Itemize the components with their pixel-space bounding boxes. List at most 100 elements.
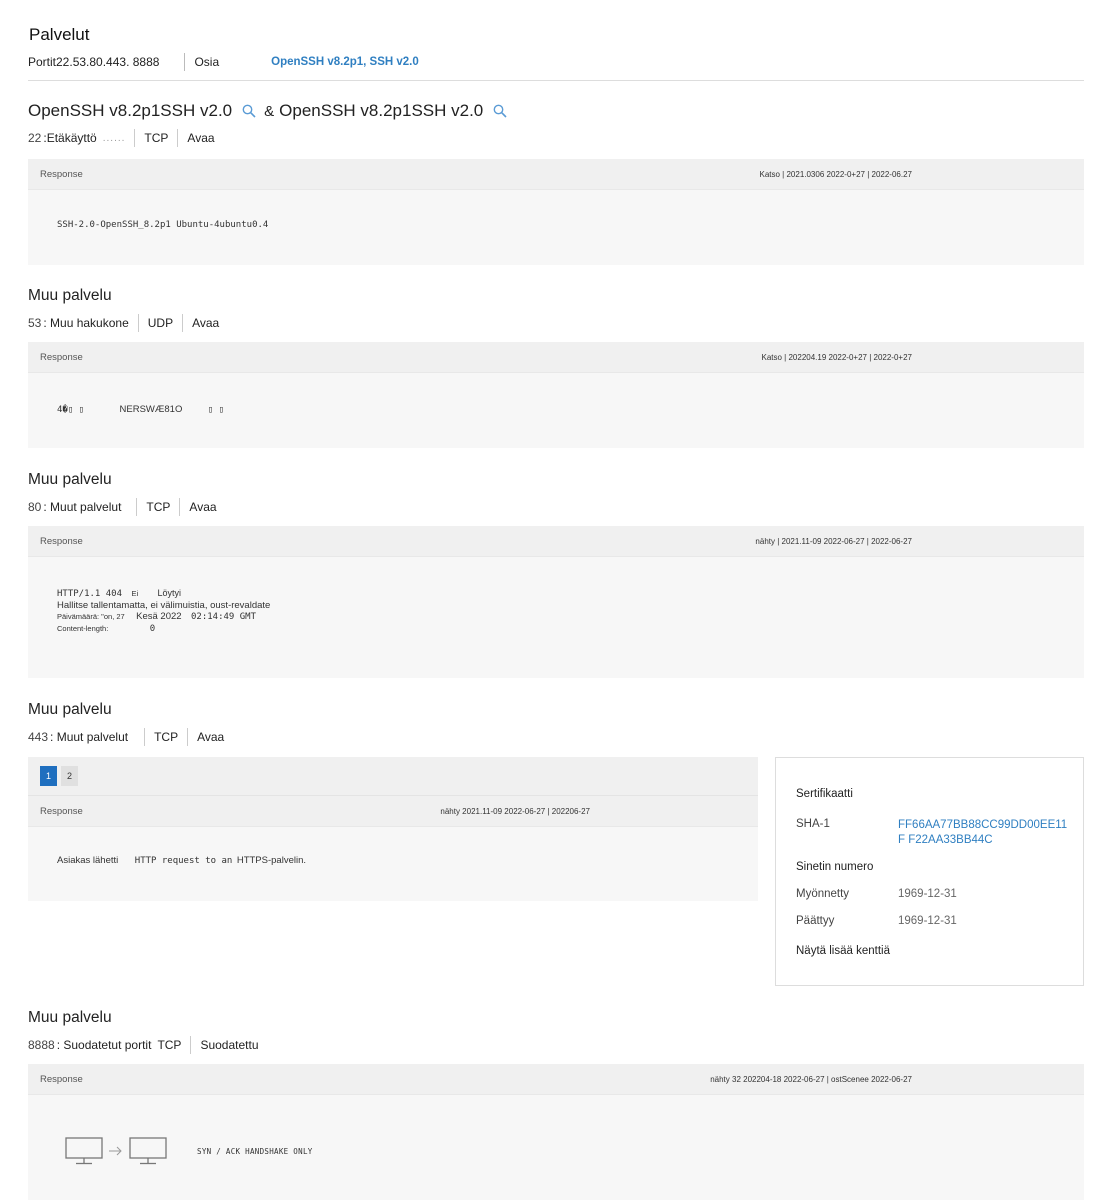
response-panel: 1 2 Response nähty 2021.11-09 2022-06-27… [28, 757, 758, 901]
response-text: HTTP request to an [134, 856, 233, 866]
response-bar: Response nähty 2021.11-09 2022-06-27 | 2… [28, 796, 758, 827]
response-label: Response [40, 535, 83, 547]
response-bar: Response Katso | 202204.19 2022-0+27 | 2… [28, 342, 1084, 373]
divider [136, 498, 138, 516]
search-icon[interactable] [242, 104, 256, 118]
divider [179, 498, 181, 516]
page-title: Palvelut [29, 25, 90, 44]
state: Avaa [197, 730, 225, 744]
issued-row: Myönnetty 1969-12-31 [796, 888, 957, 900]
http-header-line: Hallitse tallentamatta, ei välimuistia, … [57, 600, 271, 611]
certificate-title: Sertifikaatti [796, 788, 853, 800]
seen-dates: nähty 2021.11-09 2022-06-27 | 202206-27 [440, 806, 590, 816]
ampersand: & [264, 102, 275, 120]
page-button-1[interactable]: 1 [40, 766, 57, 786]
divider [184, 53, 186, 71]
response-bar: Response Katso | 2021.0306 2022-0+27 | 2… [28, 159, 1084, 190]
expires-label: Päättyy [796, 915, 835, 927]
divider [137, 314, 139, 332]
software-link[interactable]: OpenSSH v8.2p1, SSH v2.0 [271, 56, 419, 68]
response-label: Response [40, 351, 83, 363]
show-more-fields-link[interactable]: Näytä lisää kenttiä [796, 945, 890, 957]
summary-row: Portit22.53.80.443. 8888 Osia OpenSSH v8… [28, 52, 419, 72]
pagination: 1 2 [28, 757, 758, 796]
port-number: 8888 [28, 1038, 55, 1052]
response-bar: Response nähty | 2021.11-09 2022-06-27 |… [28, 526, 1084, 557]
protocol: TCP [157, 1038, 182, 1052]
response-label: Response [40, 1073, 83, 1085]
http-header-value: 0 [149, 624, 156, 634]
issued-value: 1969-12-31 [898, 888, 957, 900]
service-name: : Muut palvelut [43, 500, 122, 514]
protocol: UDP [147, 316, 174, 330]
http-code: HTTP/1.1 404 [57, 589, 123, 599]
port-number: 80 [28, 500, 42, 514]
handshake-text: SYN / ACK HANDSHAKE ONLY [197, 1146, 313, 1156]
certificate-card: Sertifikaatti SHA-1 FF66AA77BB88CC99DD00… [775, 757, 1084, 986]
response-panel: Response Katso | 2021.0306 2022-0+27 | 2… [28, 159, 1084, 265]
service-name: :Etäkäyttö [43, 131, 97, 145]
service-title: Muu palvelu [28, 287, 112, 304]
response-label: Response [40, 168, 83, 180]
handshake-illustration: SYN / ACK HANDSHAKE ONLY [65, 1137, 1047, 1165]
service-title: OpenSSH v8.2p1SSH v2.0 & OpenSSH v8.2p1S… [28, 101, 515, 121]
seen-dates: nähty | 2021.11-09 2022-06-27 | 2022-06-… [755, 536, 912, 546]
response-label: Response [40, 805, 83, 817]
http-header-value: Kesä 2022 [136, 611, 182, 622]
page-button-2[interactable]: 2 [61, 766, 78, 786]
state: Suodatettu [200, 1038, 259, 1052]
service-meta: 8888 : Suodatetut portit TCP Suodatettu [28, 1035, 259, 1055]
service-title: Muu palvelu [28, 1009, 112, 1026]
http-header-label: Päivämäärä: "on, 27 [57, 612, 125, 621]
http-text: Ei [131, 589, 139, 598]
sha1-row: SHA-1 FF66AA77BB88CC99DD00EE11F F22AA33B… [796, 818, 1068, 848]
service-meta: 443 : Muut palvelut TCP Avaa [28, 727, 224, 747]
expires-row: Päättyy 1969-12-31 [796, 915, 957, 927]
seen-dates: Katso | 2021.0306 2022-0+27 | 2022-06.27 [759, 169, 912, 179]
service-title: Muu palvelu [28, 701, 112, 718]
divider [182, 314, 184, 332]
issued-label: Myönnetty [796, 888, 850, 900]
ports-summary: Portit22.53.80.443. 8888 [28, 55, 160, 69]
state: Avaa [192, 316, 220, 330]
divider [134, 129, 136, 147]
arrow-right-icon [109, 1146, 122, 1156]
state: Avaa [187, 131, 215, 145]
protocol: TCP [154, 730, 179, 744]
protocol: TCP [146, 500, 171, 514]
service-name: : Suodatetut portit [56, 1038, 152, 1052]
response-panel: Response Katso | 202204.19 2022-0+27 | 2… [28, 342, 1084, 448]
response-text: HTTPS-palvelin. [236, 855, 307, 866]
http-status-line: HTTP/1.1 404 Ei Löytyi [57, 588, 1055, 600]
port-number: 443 [28, 730, 49, 744]
service-name: : Muu hakukone [43, 316, 129, 330]
response-body: HTTP/1.1 404 Ei Löytyi Hallitse tallenta… [28, 557, 1084, 667]
parts-label: Osia [194, 55, 220, 69]
seen-dates: nähty 32 202204-18 2022-06-27 | ostScene… [710, 1074, 912, 1084]
response-text: 4�▯ ▯ [57, 405, 85, 415]
service-title-b: OpenSSH v8.2p1SSH v2.0 [279, 101, 484, 120]
monitor-icon [129, 1137, 167, 1165]
port-number: 22 [28, 131, 42, 145]
divider [187, 728, 189, 746]
dots: ...... [102, 132, 126, 144]
http-header-label: Content-length: [57, 624, 109, 633]
sha1-value[interactable]: FF66AA77BB88CC99DD00EE11F F22AA33BB44C [898, 818, 1068, 848]
serial-label: Sinetin numero [796, 861, 874, 873]
service-meta: 80 : Muut palvelut TCP Avaa [28, 497, 217, 517]
monitor-icon [65, 1137, 103, 1165]
service-title-a: OpenSSH v8.2p1SSH v2.0 [28, 101, 233, 120]
search-icon[interactable] [493, 104, 507, 118]
http-header-line: Päivämäärä: "on, 27 Kesä 2022 02:14:49 G… [57, 611, 1055, 623]
response-panel: Response nähty 32 202204-18 2022-06-27 |… [28, 1064, 1084, 1200]
port-number: 53 [28, 316, 42, 330]
divider [177, 129, 179, 147]
divider [144, 728, 146, 746]
expires-value: 1969-12-31 [898, 915, 957, 927]
protocol: TCP [144, 131, 169, 145]
http-header-value: 02:14:49 GMT [190, 612, 257, 622]
response-text: Asiakas lähetti [57, 855, 119, 866]
service-name: : Muut palvelut [50, 730, 129, 744]
response-bar: Response nähty 32 202204-18 2022-06-27 |… [28, 1064, 1084, 1095]
response-text: ▯ ▯ [207, 405, 225, 415]
